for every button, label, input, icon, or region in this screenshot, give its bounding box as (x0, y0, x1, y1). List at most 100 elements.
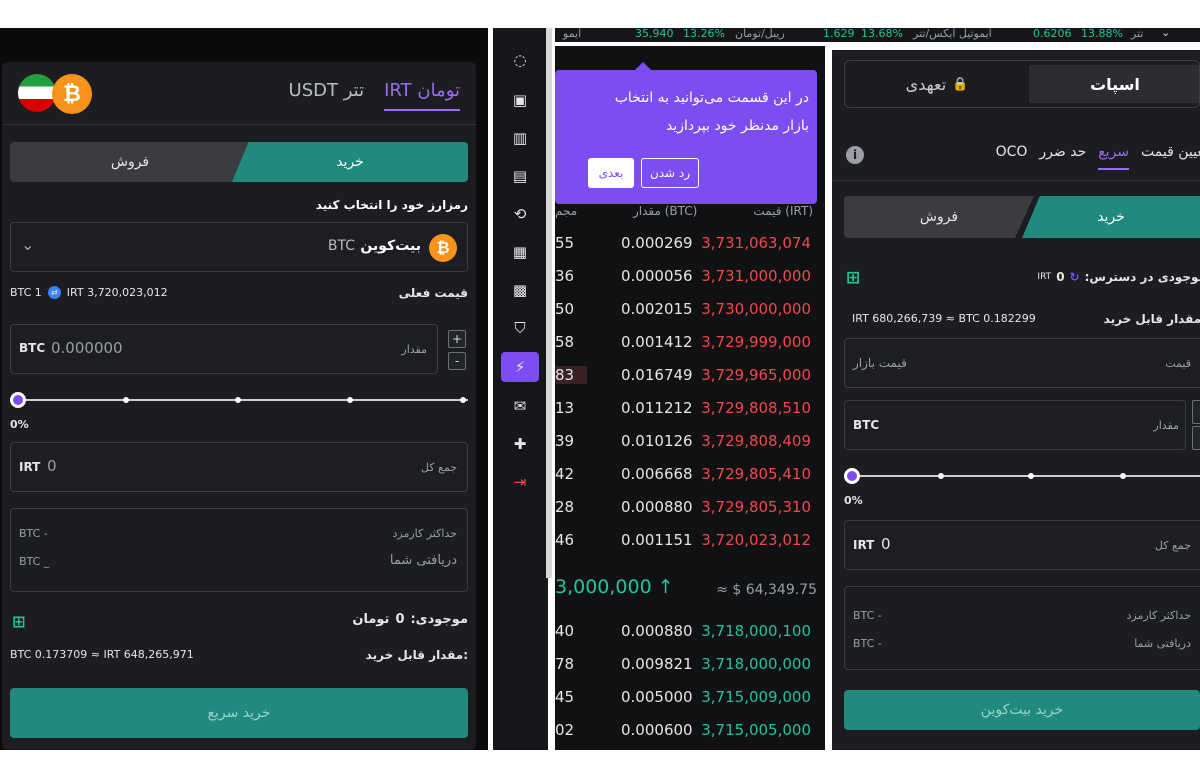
sell-button[interactable]: فروش (844, 196, 1034, 238)
sell-button[interactable]: فروش (10, 142, 250, 182)
clipboard-icon[interactable]: ▤ (506, 162, 534, 190)
row-amount: 0.000880 (621, 498, 693, 516)
orderbook-row[interactable]: 58 0.001412 3,729,999,000 (555, 327, 825, 360)
orderbook-row[interactable]: 13 0.011212 3,729,808,510 (555, 393, 825, 426)
orderbook-row[interactable]: 36 0.000056 3,731,000,000 (555, 261, 825, 294)
calendar-icon[interactable]: ▩ (506, 276, 534, 304)
current-price-btc: BTC 1 (10, 286, 42, 299)
add-user-icon[interactable]: ✚ (506, 430, 534, 458)
percent-slider[interactable] (844, 468, 1200, 484)
slider-track (844, 475, 1200, 477)
minus-label: - (454, 354, 460, 368)
increment-button[interactable] (1192, 400, 1200, 424)
orderbook-row[interactable]: 02 0.000600 3,715,005,000 (555, 715, 825, 748)
current-price-irt: IRT 3,720,023,012 (66, 286, 168, 299)
available-value: 0 (1056, 270, 1065, 284)
amount-unit: BTC (853, 418, 880, 432)
price-field[interactable]: قیمت بازار قیمت (844, 338, 1200, 388)
orderbook-row[interactable]: 42 0.006668 3,729,805,410 (555, 459, 825, 492)
slider-handle[interactable] (10, 392, 26, 408)
total-field[interactable]: IRT 0 جمع کل (844, 520, 1200, 570)
bolt-icon[interactable]: ⚡ (501, 352, 539, 382)
header-total: مجم (555, 204, 578, 218)
row-price: 3,729,999,000 (701, 333, 811, 351)
id-card-icon[interactable]: ▦ (506, 238, 534, 266)
tooltip-line2: بازار مدنظر خود بپردازید (666, 118, 809, 134)
wallet-add-icon[interactable]: ⊞ (846, 268, 866, 288)
orderbook-row[interactable]: 78 0.009821 3,718,000,000 (555, 649, 825, 682)
ticker-item: ریبل/تومان (735, 28, 785, 40)
ticker-change: 13.68% (861, 28, 903, 40)
tab-limit[interactable]: تعیین قیمت (1141, 144, 1200, 170)
tab-irt[interactable]: تومان IRT (384, 80, 460, 111)
orderbook-row[interactable]: 83 0.016749 3,729,965,000 (555, 360, 825, 393)
orderbook-row[interactable]: 55 0.000269 3,731,063,074 (555, 228, 825, 261)
scrollbar[interactable] (546, 28, 552, 578)
tab-quick[interactable]: سریع (1098, 144, 1130, 170)
amount-value: 0.000000 (51, 339, 123, 357)
tab-usdt[interactable]: تتر USDT (289, 80, 365, 111)
chart-icon[interactable]: ▥ (506, 124, 534, 152)
info-icon[interactable]: i (846, 146, 864, 164)
tab-stop-loss[interactable]: حد ضرر (1039, 144, 1086, 170)
crypto-select[interactable]: ⌄ ₿ بیت‌کوین BTC (10, 222, 468, 272)
refresh-icon[interactable]: ↻ (1070, 270, 1080, 284)
logout-icon[interactable]: ⇥ (506, 468, 534, 496)
orderbook-row[interactable]: 39 0.010126 3,729,808,409 (555, 426, 825, 459)
iran-flag-icon (18, 74, 56, 112)
orderbook-row[interactable]: 28 0.000880 3,729,805,310 (555, 492, 825, 525)
row-price: 3,730,000,000 (701, 300, 811, 318)
row-amount: 0.010126 (621, 432, 693, 450)
total-field[interactable]: IRT 0 جمع کل (10, 442, 468, 492)
orderbook-row[interactable]: 46 0.001151 3,720,023,012 (555, 525, 825, 558)
decrement-button[interactable]: - (448, 352, 466, 370)
fee-box: BTC - حداکثر کارمزد BTC _ دریافتی شما (10, 508, 468, 592)
decrement-button[interactable] (1192, 426, 1200, 450)
wallet-add-icon[interactable]: ⊞ (12, 612, 30, 631)
tooltip-arrow (635, 62, 651, 70)
row-amount: 0.002015 (621, 300, 693, 318)
orderbook-row[interactable]: 50 0.002015 3,730,000,000 (555, 294, 825, 327)
percent-slider[interactable] (10, 392, 468, 408)
shield-icon[interactable]: ⛉ (506, 314, 534, 342)
buyable-value: IRT 680,266,739 ≈ BTC 0.182299 (852, 312, 1036, 325)
ticker-item: ایموتیل ایکس/تتر (913, 28, 992, 40)
orderbook-row[interactable]: 40 0.000880 3,718,000,100 (555, 616, 825, 649)
currency-tabs: تومان IRT تتر USDT (289, 80, 460, 111)
buy-button[interactable]: خرید (1022, 196, 1200, 238)
tab-oco[interactable]: OCO (996, 144, 1028, 170)
current-price-row: BTC 1 ⇄ IRT 3,720,023,012 (10, 286, 168, 299)
row-price: 3,729,805,410 (701, 465, 811, 483)
ticker-change: 13.26% (683, 28, 725, 40)
increment-button[interactable]: + (448, 330, 466, 348)
mail-icon[interactable]: ✉ (506, 392, 534, 420)
exchange-icon[interactable]: ⟲ (506, 200, 534, 228)
sell-label: فروش (919, 209, 959, 225)
next-button[interactable]: بعدی (588, 158, 634, 188)
row-total: 46 (555, 531, 575, 549)
slider-handle[interactable] (844, 468, 860, 484)
wallet-icon[interactable]: ▣ (506, 86, 534, 114)
row-total: 28 (555, 498, 575, 516)
spinner-icon[interactable]: ◌ (506, 46, 534, 74)
fee-box: BTC - حداکثر کارمزد BTC - دریافتی شما (844, 586, 1200, 670)
row-price: 3,720,023,012 (701, 531, 811, 549)
amount-field[interactable]: BTC 0.000000 مقدار (10, 324, 438, 374)
max-fee-value: BTC - (853, 609, 882, 622)
row-amount: 0.005000 (621, 688, 693, 706)
slider-tick (460, 397, 466, 403)
tab-spot[interactable]: اسپات (1029, 65, 1199, 103)
row-amount: 0.009821 (621, 655, 693, 673)
price-label: قیمت (1165, 357, 1191, 370)
quick-buy-button[interactable]: خرید سریع (10, 688, 468, 738)
buy-bitcoin-button[interactable]: خرید بیت‌کوین (844, 690, 1200, 730)
chevron-down-icon[interactable]: ⌄ (1161, 28, 1170, 39)
tab-margin[interactable]: تعهدی 🔒 (845, 61, 1029, 107)
orderbook-row[interactable]: 45 0.005000 3,715,009,000 (555, 682, 825, 715)
row-total: 50 (555, 300, 575, 318)
ticker-price: 1.629 (823, 28, 855, 40)
amount-field[interactable]: BTC مقدار (844, 400, 1186, 450)
buy-button[interactable]: خرید (232, 142, 468, 182)
skip-button[interactable]: رد شدن (641, 158, 699, 188)
crypto-name: بیت‌کوین (360, 238, 421, 254)
